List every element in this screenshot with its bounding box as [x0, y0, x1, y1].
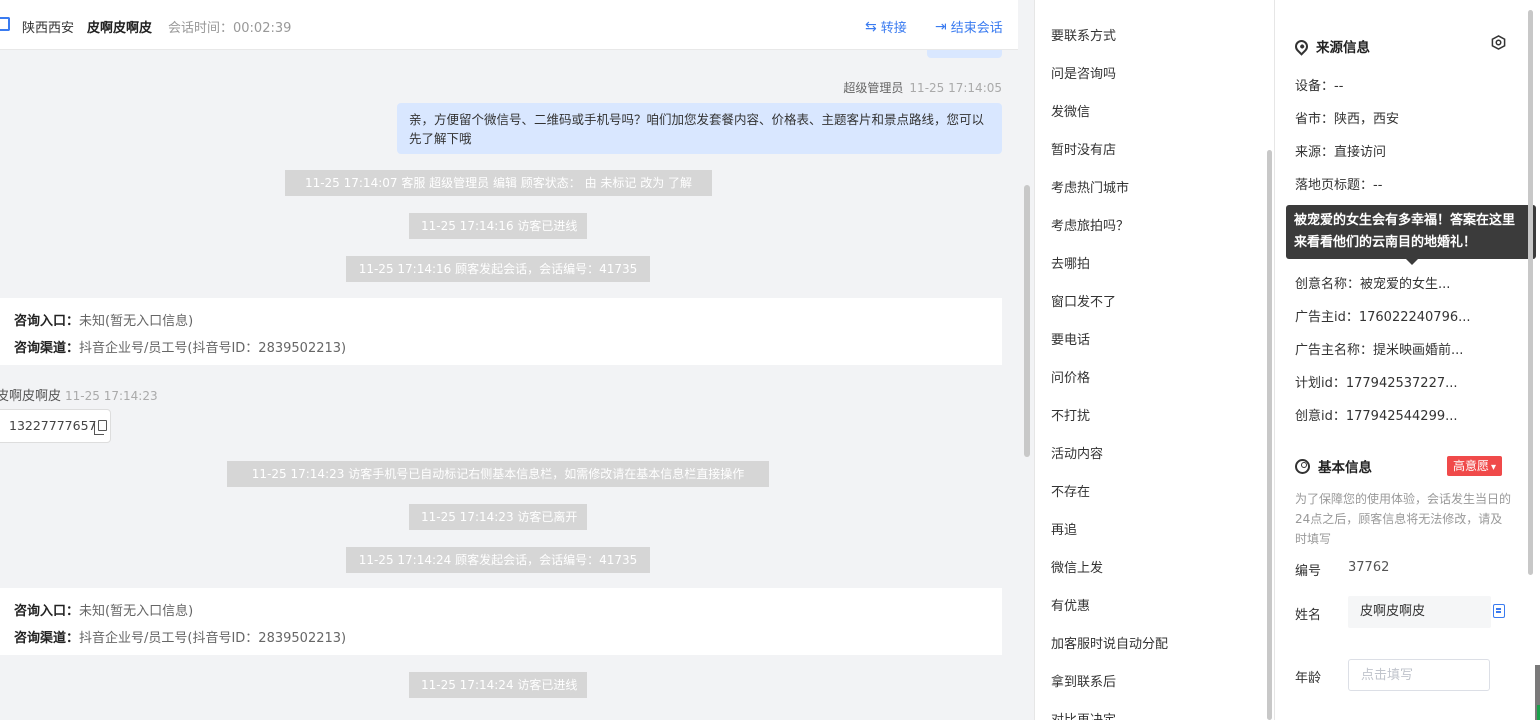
end-session-label: 结束会话 — [950, 21, 1003, 36]
agent-name: 超级管理员 — [843, 81, 904, 95]
edit-notice: 为了保障您的使用体验，会话发生当日的24点之后，顾客信息将无法修改，请及时填写 — [1295, 492, 1512, 546]
quick-reply-item[interactable]: 问是咨询吗 — [1051, 63, 1116, 82]
quick-reply-item[interactable]: 窗口发不了 — [1051, 291, 1116, 310]
visitor-message-meta: 皮啊皮啊皮 11-25 17:14:23 — [0, 385, 158, 404]
exit-icon: ⇥ — [935, 18, 947, 35]
visitor-msg-name: 皮啊皮啊皮 — [0, 389, 62, 404]
visitor-message-time: 11-25 17:14:23 — [65, 389, 158, 403]
system-message: 11-25 17:14:23 访客已离开 — [409, 504, 587, 530]
creative-tooltip: 被宠爱的女生会有多幸福！答案在这里 来看看他们的云南目的地婚礼！ — [1286, 205, 1536, 265]
advertiser-name-row: 广告主名称：提米映画婚前... — [1295, 343, 1464, 358]
transfer-button[interactable]: ⇆ 转接 — [865, 17, 907, 37]
consult-info-card: 咨询入口：未知(暂无入口信息) 咨询渠道：抖音企业号/员工号(抖音号ID：283… — [0, 588, 1002, 655]
copy-icon[interactable] — [94, 420, 108, 435]
settings-icon[interactable] — [1491, 35, 1506, 50]
quick-reply-item[interactable]: 不打扰 — [1051, 405, 1090, 424]
system-message: 11-25 17:14:07 客服 超级管理员 编辑 顾客状态： 由 未标记 改… — [285, 170, 712, 196]
user-icon — [1295, 458, 1310, 474]
channel-label: 咨询渠道： — [14, 631, 80, 646]
session-timer: 会话时间：00:02:39 — [168, 21, 292, 36]
quick-reply-item[interactable]: 活动内容 — [1051, 443, 1103, 462]
age-label: 年龄 — [1295, 671, 1322, 686]
name-label: 姓名 — [1295, 608, 1322, 623]
id-label: 编号 — [1295, 564, 1322, 579]
system-message: 11-25 17:14:24 访客已进线 — [409, 672, 587, 698]
quick-reply-item[interactable]: 发微信 — [1051, 101, 1090, 120]
edit-icon[interactable] — [1493, 604, 1505, 618]
id-value: 37762 — [1348, 560, 1390, 575]
info-scrollbar[interactable] — [1528, 10, 1533, 575]
entry-label: 咨询入口： — [14, 314, 80, 329]
quick-reply-item[interactable]: 去哪拍 — [1051, 253, 1090, 272]
source-info-header: 来源信息 — [1292, 36, 1370, 56]
entry-value: 未知(暂无入口信息) — [79, 314, 194, 329]
session-icon — [0, 17, 10, 31]
creative-id-row: 创意id：177942544299... — [1295, 409, 1458, 424]
intent-tag-dropdown[interactable]: 高意愿 — [1447, 456, 1503, 476]
agent-message-time: 11-25 17:14:05 — [909, 81, 1002, 95]
quick-reply-item[interactable]: 要联系方式 — [1051, 25, 1116, 44]
quick-reply-item[interactable]: 再追 — [1051, 519, 1077, 538]
channel-label: 咨询渠道： — [14, 341, 80, 356]
quick-reply-item[interactable]: 考虑热门城市 — [1051, 177, 1129, 196]
agent-message-bubble: 亲，方便留个微信号、二维码或手机号吗？咱们加您发套餐内容、价格表、主题客片和景点… — [397, 103, 1002, 154]
quick-reply-item[interactable]: 不存在 — [1051, 481, 1090, 500]
system-message: 11-25 17:14:16 访客已进线 — [409, 213, 587, 239]
landing-title-row: 落地页标题：-- — [1295, 178, 1383, 193]
chat-scrollbar[interactable] — [1024, 185, 1030, 457]
transfer-label: 转接 — [880, 21, 907, 36]
device-row: 设备：-- — [1295, 79, 1344, 94]
visitor-region: 陕西西安 — [22, 21, 75, 36]
entry-value: 未知(暂无入口信息) — [79, 604, 194, 619]
consult-info-card: 咨询入口：未知(暂无入口信息) 咨询渠道：抖音企业号/员工号(抖音号ID：283… — [0, 298, 1002, 365]
transfer-icon: ⇆ — [865, 18, 877, 35]
basic-info-title: 基本信息 — [1318, 460, 1372, 476]
province-row: 省市：陕西，西安 — [1295, 112, 1400, 127]
quick-reply-list: 要联系方式问是咨询吗发微信暂时没有店考虑热门城市 考虑旅拍吗？ 去哪拍窗口发不了要电… — [1034, 0, 1274, 720]
visitor-phone: 13227777657 — [9, 418, 97, 433]
chat-header: 陕西西安 皮啊皮啊皮 会话时间：00:02:39 ⇆ 转接 ⇥ 结束会话 — [0, 0, 1018, 50]
system-message: 11-25 17:14:16 顾客发起会话，会话编号：41735 — [346, 256, 650, 282]
quick-reply-item[interactable]: 暂时没有店 — [1051, 139, 1116, 158]
agent-message-meta: 超级管理员 11-25 17:14:05 — [843, 79, 1002, 96]
visitor-name: 皮啊皮啊皮 — [87, 21, 153, 36]
quick-reply-item[interactable]: 加客服时说自动分配 — [1051, 633, 1168, 652]
source-info-title: 来源信息 — [1316, 40, 1370, 56]
previous-agent-bubble — [927, 50, 1002, 58]
visitor-phone-message: 13227777657 — [0, 409, 111, 443]
advertiser-id-row: 广告主id：176022240796... — [1295, 310, 1471, 325]
system-message: 11-25 17:14:23 访客手机号已自动标记右侧基本信息栏，如需修改请在基… — [227, 461, 769, 487]
location-icon — [1292, 36, 1311, 56]
chat-panel: 陕西西安 皮啊皮啊皮 会话时间：00:02:39 ⇆ 转接 ⇥ 结束会话 超级管… — [0, 0, 1034, 720]
end-session-button[interactable]: ⇥ 结束会话 — [935, 17, 1003, 37]
quick-reply-item[interactable]: 问价格 — [1051, 367, 1090, 386]
age-input[interactable] — [1348, 659, 1490, 691]
quick-reply-item[interactable]: 要电话 — [1051, 329, 1090, 348]
entry-label: 咨询入口： — [14, 604, 80, 619]
quick-reply-item[interactable]: 拿到联系后 — [1051, 671, 1116, 690]
quick-reply-scrollbar[interactable] — [1267, 150, 1272, 720]
channel-value: 抖音企业号/员工号(抖音号ID：2839502213) — [79, 341, 347, 356]
quick-reply-item[interactable]: 考虑旅拍吗？ — [1051, 215, 1129, 234]
quick-reply-item[interactable]: 对比再决定 — [1051, 709, 1116, 720]
name-field[interactable]: 皮啊皮啊皮 — [1348, 596, 1491, 628]
info-panel: 来源信息 设备：-- 省市：陕西，西安 来源：直接访问 落地页标题：-- 创意名… — [1274, 0, 1540, 720]
basic-info-header: 基本信息 — [1295, 456, 1372, 476]
quick-reply-item[interactable]: 有优惠 — [1051, 595, 1090, 614]
creative-name-row: 创意名称：被宠爱的女生... — [1295, 277, 1451, 292]
system-message: 11-25 17:14:24 顾客发起会话，会话编号：41735 — [346, 547, 650, 573]
plan-id-row: 计划id：177942537227... — [1295, 376, 1458, 391]
quick-reply-item[interactable]: 微信上发 — [1051, 557, 1103, 576]
channel-value: 抖音企业号/员工号(抖音号ID：2839502213) — [79, 631, 347, 646]
source-row: 来源：直接访问 — [1295, 145, 1387, 160]
